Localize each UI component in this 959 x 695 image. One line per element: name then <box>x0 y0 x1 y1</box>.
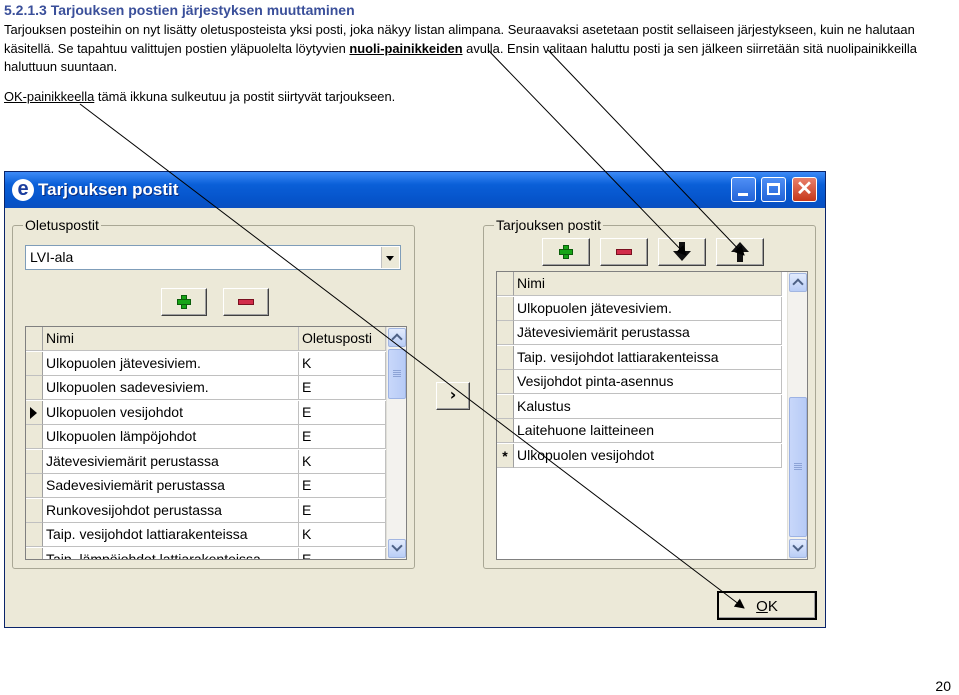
callout-arrow-down-button <box>487 49 687 256</box>
callout-arrow-up-button <box>547 49 745 256</box>
callout-arrows <box>79 49 745 609</box>
page-number: 20 <box>935 678 951 694</box>
callout-arrow-ok-button <box>79 103 745 609</box>
